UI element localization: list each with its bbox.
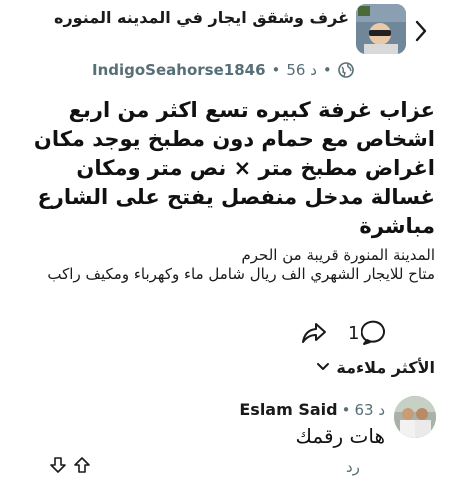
username[interactable]: IndigoSeahorse1846 xyxy=(92,61,266,79)
post-header: غرف وشقق ايجار في المدينه المنوره Indigo… xyxy=(0,0,449,88)
group-avatar[interactable] xyxy=(356,4,406,54)
commenter-avatar[interactable] xyxy=(394,396,436,438)
sort-selector[interactable]: الأكثر ملاءمة xyxy=(316,354,435,380)
meta-separator: • xyxy=(322,61,332,79)
reply-button[interactable]: رد xyxy=(346,458,360,476)
post-actions: 1 xyxy=(0,316,449,348)
globe-icon xyxy=(337,62,354,78)
comment-bubble-icon xyxy=(361,320,386,345)
share-icon[interactable] xyxy=(300,320,328,346)
comment-vote xyxy=(50,456,90,474)
comment-text: هات رقمك xyxy=(295,424,385,448)
post-meta: IndigoSeahorse1846 • 56 د • xyxy=(92,58,354,82)
comment-time: 63 د xyxy=(354,400,385,419)
meta-separator: • xyxy=(271,61,281,79)
comment-button[interactable]: 1 xyxy=(348,318,391,348)
post-details: متاح للايجار الشهري الف ريال شامل ماء وك… xyxy=(47,265,435,283)
group-title[interactable]: غرف وشقق ايجار في المدينه المنوره xyxy=(49,6,349,30)
sort-label: الأكثر ملاءمة xyxy=(336,357,435,377)
comment-count: 1 xyxy=(348,322,360,344)
chevron-down-icon xyxy=(317,363,330,370)
chevron-right-icon[interactable] xyxy=(411,18,431,44)
comment: Eslam Said • 63 د هات رقمك رد xyxy=(0,396,449,496)
post-text: عزاب غرفة كبيره تسع اكثر من اربع اشخاص م… xyxy=(33,98,435,238)
comment-author[interactable]: Eslam Said xyxy=(239,400,337,419)
comment-meta: Eslam Said • 63 د xyxy=(239,400,385,419)
downvote-icon[interactable] xyxy=(50,456,66,474)
post-body: عزاب غرفة كبيره تسع اكثر من اربع اشخاص م… xyxy=(5,96,435,267)
upvote-icon[interactable] xyxy=(74,456,90,474)
post-time: 56 د xyxy=(286,61,317,79)
comment-separator: • xyxy=(341,400,351,419)
